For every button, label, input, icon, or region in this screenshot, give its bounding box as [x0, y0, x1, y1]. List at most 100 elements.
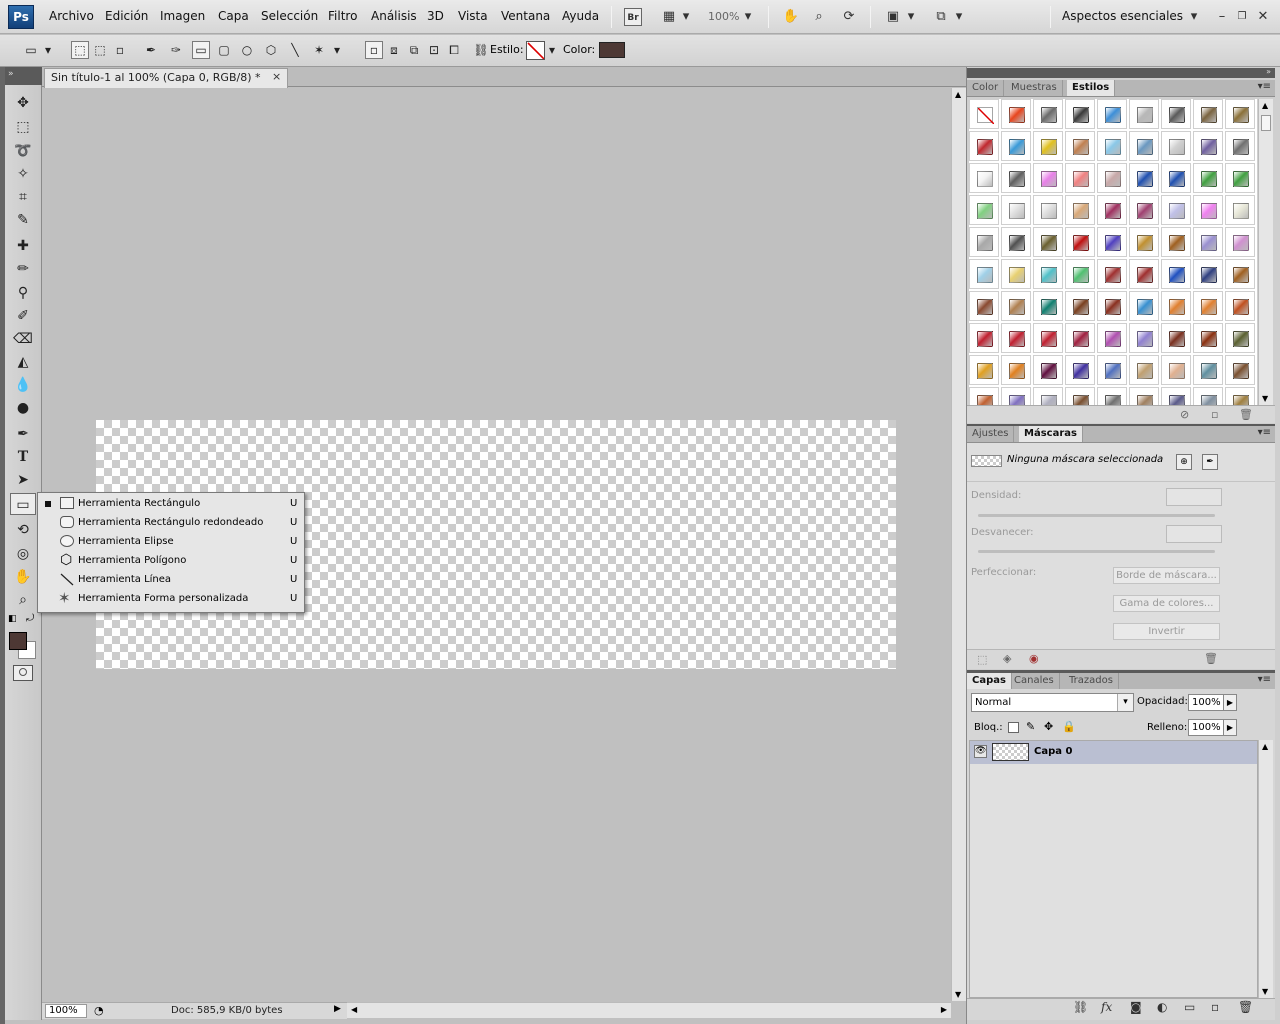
vector-mask-icon[interactable]: ✒ [1202, 454, 1218, 470]
scroll-down-icon[interactable]: ▼ [1262, 987, 1268, 996]
rectangle-shape-icon[interactable]: ▭ [192, 41, 210, 59]
lock-transparency-icon[interactable] [1008, 722, 1019, 733]
style-swatch[interactable] [969, 291, 999, 321]
style-swatch[interactable] [1001, 355, 1031, 385]
style-swatch[interactable] [1193, 355, 1223, 385]
new-group-icon[interactable]: ▭ [1184, 1000, 1195, 1014]
exclude-shape-icon[interactable]: ⧠ [445, 41, 463, 59]
rectangle-tool-icon[interactable]: ▭ [10, 493, 36, 515]
quick-mask-icon[interactable] [13, 665, 33, 681]
tab-muestras[interactable]: Muestras [1006, 80, 1063, 96]
chevron-down-icon[interactable]: ▾ [546, 41, 558, 59]
load-selection-icon[interactable]: ⬚ [977, 653, 987, 666]
style-swatch[interactable] [1193, 387, 1223, 405]
tab-color[interactable]: Color [967, 80, 1005, 96]
style-swatch[interactable] [1097, 387, 1127, 405]
swap-colors-icon[interactable]: ⤾ [26, 613, 34, 624]
tab-estilos[interactable]: Estilos [1067, 80, 1116, 96]
style-swatch[interactable] [1097, 163, 1127, 193]
style-swatch[interactable] [1033, 387, 1063, 405]
style-swatch[interactable] [1097, 227, 1127, 257]
chevron-down-icon[interactable]: ▾ [742, 8, 754, 26]
menu-archivo[interactable]: Archivo [49, 9, 94, 23]
style-swatch[interactable] [1001, 387, 1031, 405]
style-swatch[interactable] [1097, 195, 1127, 225]
tab-capas[interactable]: Capas [967, 673, 1012, 689]
custom-shape-icon[interactable]: ✶ [310, 41, 328, 59]
trash-icon[interactable]: 🗑 [1239, 408, 1253, 421]
flyout-item-rounded-rectangle[interactable]: Herramienta Rectángulo redondeado U [38, 513, 304, 532]
style-swatch[interactable] [1097, 355, 1127, 385]
style-swatch[interactable] [1065, 323, 1095, 353]
style-swatch[interactable] [1033, 163, 1063, 193]
lock-pixels-icon[interactable]: ✎ [1026, 720, 1035, 733]
style-swatch[interactable] [1001, 323, 1031, 353]
style-swatch[interactable] [1065, 163, 1095, 193]
style-swatch[interactable] [1065, 99, 1095, 129]
status-options-icon[interactable]: ◔ [94, 1004, 104, 1017]
shape-layers-icon[interactable]: ⬚ [71, 41, 89, 59]
zoom-tool-icon[interactable]: ⌕ [10, 589, 36, 611]
freeform-pen-icon[interactable]: ✑ [167, 41, 185, 59]
style-swatch[interactable] [1001, 163, 1031, 193]
color-range-button[interactable]: Gama de colores... [1113, 595, 1220, 612]
style-swatch[interactable] [1129, 99, 1159, 129]
history-brush-tool-icon[interactable]: ✐ [10, 305, 36, 327]
menu-3d[interactable]: 3D [427, 9, 444, 23]
style-swatch[interactable] [1033, 195, 1063, 225]
chevron-down-icon[interactable]: ▾ [1188, 8, 1200, 26]
style-swatch[interactable] [1161, 291, 1191, 321]
style-swatch[interactable] [1161, 323, 1191, 353]
panel-group-header[interactable]: » [967, 67, 1275, 78]
horizontal-scrollbar[interactable]: ◀ ▶ [347, 1002, 951, 1018]
style-swatch[interactable] [1161, 99, 1191, 129]
type-tool-icon[interactable]: T [10, 446, 36, 468]
style-swatch[interactable] [1097, 323, 1127, 353]
view-extras-icon[interactable]: ▦ [660, 8, 678, 26]
adjustment-layer-icon[interactable]: ◐ [1157, 1000, 1167, 1014]
styles-scrollbar[interactable]: ▲ ▼ [1258, 99, 1273, 405]
style-swatch[interactable] [1033, 131, 1063, 161]
panel-menu-icon[interactable]: ▾≡ [1258, 674, 1271, 685]
opacity-input[interactable]: 100% [1188, 694, 1228, 711]
hand-tool-icon[interactable]: ✋ [10, 566, 36, 588]
pixel-mask-icon[interactable]: ⊕ [1176, 454, 1192, 470]
style-swatch[interactable] [1225, 259, 1255, 289]
hand-icon[interactable]: ✋ [782, 8, 800, 26]
eyedropper-tool-icon[interactable]: ✎ [10, 209, 36, 231]
add-mask-icon[interactable]: ◙ [1130, 1000, 1142, 1014]
polygon-icon[interactable]: ⬡ [262, 41, 280, 59]
style-swatch[interactable] [969, 163, 999, 193]
scroll-down-icon[interactable]: ▼ [1262, 394, 1268, 403]
vertical-scrollbar[interactable]: ▲ ▼ [951, 88, 966, 1001]
fill-pixels-icon[interactable]: ▫ [111, 41, 129, 59]
chevron-down-icon[interactable]: ▾ [331, 41, 343, 59]
foreground-color[interactable] [9, 632, 27, 650]
close-icon[interactable]: ✕ [1254, 8, 1272, 26]
style-swatch[interactable] [1001, 291, 1031, 321]
chevron-down-icon[interactable]: ▾ [680, 8, 692, 26]
pen-tool-icon[interactable]: ✒ [10, 423, 36, 445]
3d-rotate-tool-icon[interactable]: ⟲ [10, 519, 36, 541]
menu-seleccion[interactable]: Selección [261, 9, 318, 23]
status-menu-arrow-icon[interactable]: ▶ [334, 1004, 341, 1014]
tab-trazados[interactable]: Trazados [1064, 673, 1119, 689]
style-swatch[interactable] [1193, 99, 1223, 129]
eraser-tool-icon[interactable]: ⌫ [10, 328, 36, 350]
style-swatch[interactable] [969, 195, 999, 225]
invert-button[interactable]: Invertir [1113, 623, 1220, 640]
style-swatch[interactable] [1001, 99, 1031, 129]
zoom-level[interactable]: 100% [708, 10, 739, 23]
scroll-up-icon[interactable]: ▲ [1262, 742, 1268, 751]
style-swatch[interactable] [1225, 355, 1255, 385]
tab-ajustes[interactable]: Ajustes [967, 426, 1015, 442]
feather-slider[interactable] [978, 550, 1215, 553]
clone-stamp-tool-icon[interactable]: ⚲ [10, 282, 36, 304]
add-shape-icon[interactable]: ⧈ [385, 41, 403, 59]
document-tab[interactable]: Sin título-1 al 100% (Capa 0, RGB/8) * [44, 68, 288, 88]
scroll-down-icon[interactable]: ▼ [955, 990, 961, 999]
style-swatch[interactable] [1129, 387, 1159, 405]
style-swatch[interactable] [1129, 355, 1159, 385]
style-swatch[interactable] [1129, 227, 1159, 257]
3d-orbit-tool-icon[interactable]: ◎ [10, 543, 36, 565]
